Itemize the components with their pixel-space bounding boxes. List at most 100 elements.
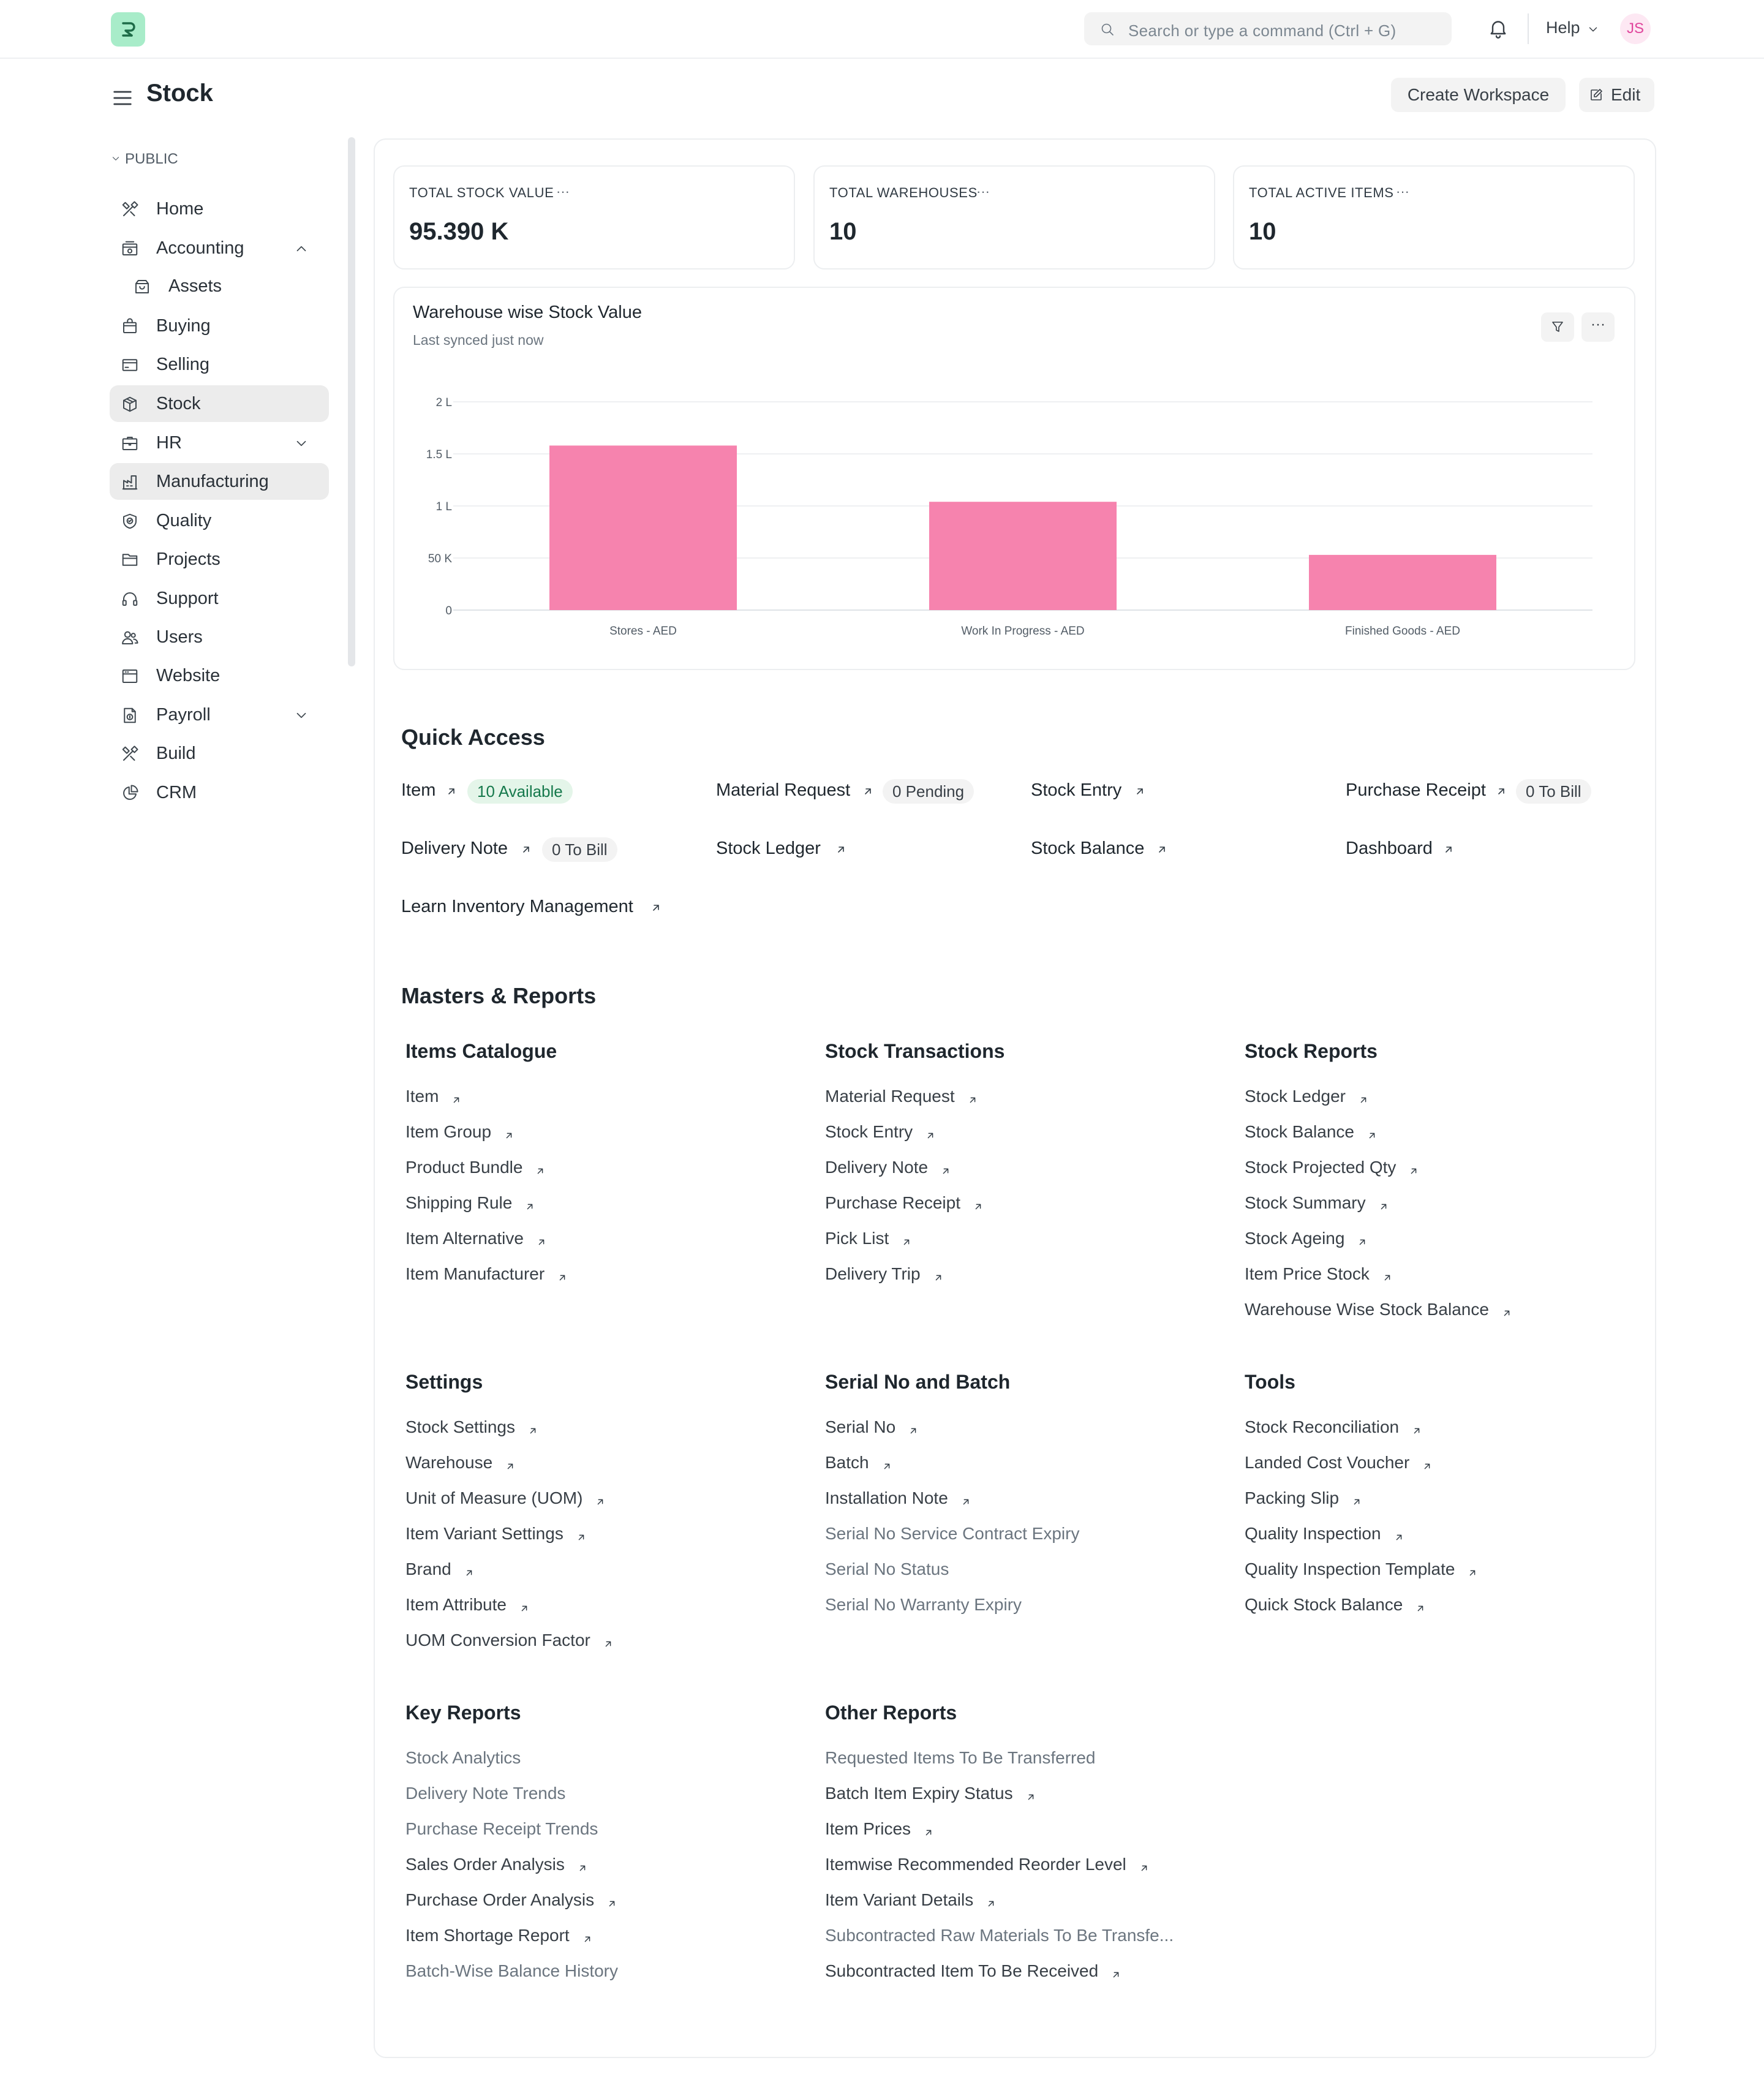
card-link[interactable]: Purchase Receipt xyxy=(825,1193,984,1218)
user-avatar[interactable]: JS xyxy=(1620,13,1651,44)
card-link[interactable]: Stock Balance xyxy=(1245,1122,1378,1147)
card-link[interactable]: Packing Slip xyxy=(1245,1488,1362,1513)
card-link[interactable]: Purchase Order Analysis xyxy=(405,1890,617,1915)
chevron-down-icon[interactable] xyxy=(293,707,309,723)
card-link[interactable]: Subcontracted Raw Materials To Be Transf… xyxy=(825,1926,1174,1950)
chart-bar[interactable] xyxy=(929,502,1117,610)
accounting-icon xyxy=(122,241,138,255)
sidebar-item-stock[interactable]: Stock xyxy=(110,385,329,422)
card-link[interactable]: Item Prices xyxy=(825,1819,934,1844)
card-link[interactable]: Landed Cost Voucher xyxy=(1245,1453,1433,1477)
card-link[interactable]: Batch Item Expiry Status xyxy=(825,1784,1036,1808)
more-options-icon[interactable]: ··· xyxy=(976,184,990,200)
sidebar-item-users[interactable]: Users xyxy=(110,619,329,655)
number-card-total-active-items[interactable]: TOTAL ACTIVE ITEMS ··· 10 xyxy=(1233,165,1635,270)
card-link[interactable]: Material Request xyxy=(825,1087,978,1111)
chevron-down-icon[interactable] xyxy=(1586,23,1600,36)
card-link[interactable]: Item Shortage Report xyxy=(405,1926,593,1950)
sidebar-item-payroll[interactable]: Payroll xyxy=(110,696,329,733)
card-link[interactable]: UOM Conversion Factor xyxy=(405,1631,614,1655)
card-link[interactable]: Item Variant Settings xyxy=(405,1524,587,1548)
card-link[interactable]: Pick List xyxy=(825,1229,912,1253)
more-options-icon[interactable]: ··· xyxy=(556,184,570,200)
sidebar-item-projects[interactable]: Projects xyxy=(110,541,329,578)
card-link[interactable]: Sales Order Analysis xyxy=(405,1855,588,1879)
card-link[interactable]: Brand xyxy=(405,1559,475,1584)
app-logo-icon[interactable] xyxy=(111,12,145,47)
chart-bar[interactable] xyxy=(1309,554,1496,610)
card-link[interactable]: Delivery Note Trends xyxy=(405,1784,565,1808)
card-link[interactable]: Item Attribute xyxy=(405,1595,530,1620)
more-options-icon[interactable]: ··· xyxy=(1396,184,1409,200)
sidebar-item-manufacturing[interactable]: Manufacturing xyxy=(110,463,329,500)
card-link[interactable]: Item Manufacturer xyxy=(405,1264,568,1289)
sidebar-toggle-icon[interactable] xyxy=(110,86,135,110)
card-link[interactable]: Stock Ledger xyxy=(1245,1087,1369,1111)
card-link[interactable]: Item Variant Details xyxy=(825,1890,997,1915)
sidebar-item-crm[interactable]: CRM xyxy=(110,774,329,811)
sidebar-item-website[interactable]: Website xyxy=(110,657,329,694)
sidebar-section-public[interactable]: PUBLIC xyxy=(110,151,178,168)
sidebar-item-home[interactable]: Home xyxy=(110,190,329,227)
card-link[interactable]: Installation Note xyxy=(825,1488,971,1513)
card-link[interactable]: Shipping Rule xyxy=(405,1193,535,1218)
card-link[interactable]: Quick Stock Balance xyxy=(1245,1595,1426,1620)
card-link[interactable]: Unit of Measure (UOM) xyxy=(405,1488,606,1513)
bell-icon[interactable] xyxy=(1487,17,1509,39)
card-link[interactable]: Warehouse xyxy=(405,1453,516,1477)
arrow-up-right-icon xyxy=(1360,1239,1365,1245)
card-link[interactable]: Itemwise Recommended Reorder Level xyxy=(825,1855,1150,1879)
card-link-label: Stock Balance xyxy=(1245,1122,1354,1141)
card-link-label: Stock Projected Qty xyxy=(1245,1158,1396,1177)
search-bar[interactable]: Search or type a command (Ctrl + G) xyxy=(1084,12,1452,45)
sidebar-item-accounting[interactable]: Accounting xyxy=(110,230,329,266)
card-link[interactable]: Purchase Receipt Trends xyxy=(405,1819,598,1844)
card-link[interactable]: Item Group xyxy=(405,1122,514,1147)
chart-bar[interactable] xyxy=(549,445,737,610)
card-link-label: Item Price Stock xyxy=(1245,1264,1370,1283)
card-link[interactable]: Stock Reconciliation xyxy=(1245,1417,1422,1442)
number-card-total-stock-value[interactable]: TOTAL STOCK VALUE ··· 95.390 K xyxy=(393,165,795,270)
x-tick-label: Finished Goods - AED xyxy=(1345,625,1460,638)
card-link[interactable]: Batch-Wise Balance History xyxy=(405,1961,618,1986)
sidebar-item-build[interactable]: Build xyxy=(110,735,329,772)
card-link[interactable]: Stock Entry xyxy=(825,1122,936,1147)
edit-button[interactable]: Edit xyxy=(1579,78,1654,112)
card-link[interactable]: Warehouse Wise Stock Balance xyxy=(1245,1300,1512,1324)
card-link[interactable]: Serial No Service Contract Expiry xyxy=(825,1524,1079,1548)
sidebar-item-selling[interactable]: Selling xyxy=(110,346,329,383)
sidebar-scrollbar[interactable] xyxy=(348,137,355,666)
create-workspace-button[interactable]: Create Workspace xyxy=(1391,78,1566,112)
card-link[interactable]: Quality Inspection Template xyxy=(1245,1559,1478,1584)
card-link[interactable]: Item Alternative xyxy=(405,1229,547,1253)
sidebar-item-assets[interactable]: Assets xyxy=(110,268,329,304)
sidebar-item-buying[interactable]: Buying xyxy=(110,307,329,344)
card-link[interactable]: Stock Settings xyxy=(405,1417,538,1442)
card-link[interactable]: Stock Summary xyxy=(1245,1193,1389,1218)
number-card-total-warehouses[interactable]: TOTAL WAREHOUSES ··· 10 xyxy=(813,165,1215,270)
card-link[interactable]: Stock Ageing xyxy=(1245,1229,1368,1253)
sidebar-item-hr[interactable]: HR xyxy=(110,424,329,461)
card-link[interactable]: Subcontracted Item To Be Received xyxy=(825,1961,1121,1986)
card-link[interactable]: Quality Inspection xyxy=(1245,1524,1404,1548)
card-link-label: Material Request xyxy=(825,1087,955,1106)
card-link[interactable]: Product Bundle xyxy=(405,1158,546,1182)
card-link-label: Purchase Receipt Trends xyxy=(405,1819,598,1838)
chevron-up-icon[interactable] xyxy=(293,241,309,257)
card-link[interactable]: Item Price Stock xyxy=(1245,1264,1393,1289)
card-link[interactable]: Requested Items To Be Transferred xyxy=(825,1748,1096,1773)
card-link[interactable]: Serial No Warranty Expiry xyxy=(825,1595,1022,1620)
card-link[interactable]: Serial No Status xyxy=(825,1559,949,1584)
card-link[interactable]: Stock Projected Qty xyxy=(1245,1158,1419,1182)
sidebar-item-support[interactable]: Support xyxy=(110,580,329,617)
chevron-down-icon[interactable] xyxy=(293,436,309,451)
card-link[interactable]: Batch xyxy=(825,1453,892,1477)
card-heading: Other Reports xyxy=(825,1702,957,1724)
card-link[interactable]: Serial No xyxy=(825,1417,919,1442)
card-link[interactable]: Item xyxy=(405,1087,462,1111)
card-link[interactable]: Stock Analytics xyxy=(405,1748,521,1773)
card-link[interactable]: Delivery Trip xyxy=(825,1264,944,1289)
card-link[interactable]: Delivery Note xyxy=(825,1158,951,1182)
help-menu[interactable]: Help xyxy=(1546,18,1580,37)
sidebar-item-quality[interactable]: Quality xyxy=(110,502,329,539)
